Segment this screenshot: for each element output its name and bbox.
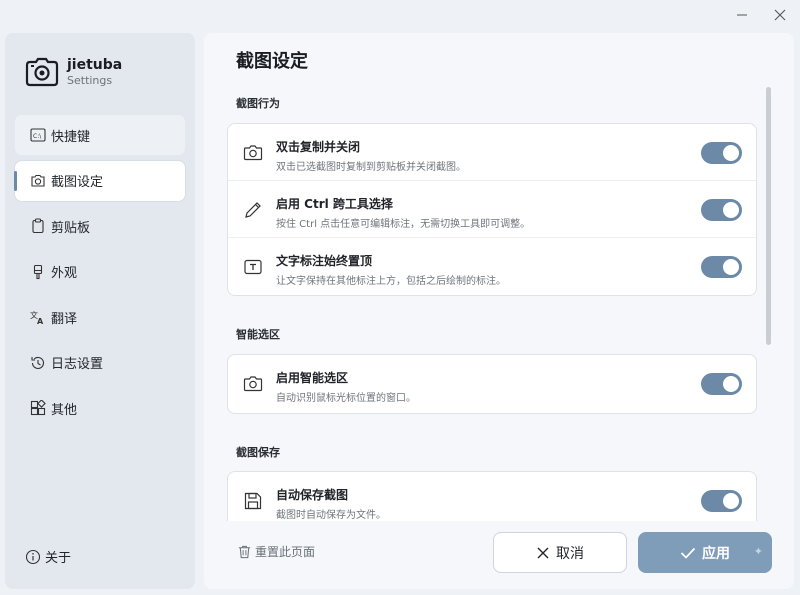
setting-title: 自动保存截图 (276, 488, 349, 502)
toggle-knob (723, 145, 739, 161)
camera-icon (242, 373, 264, 395)
app-subtitle: Settings (67, 73, 113, 87)
text-box-icon (242, 256, 264, 278)
svg-text:C:\: C:\ (33, 133, 42, 140)
close-icon (537, 547, 549, 558)
history-icon (29, 354, 47, 372)
sidebar-item-label: 翻译 (51, 311, 78, 327)
close-icon (774, 9, 786, 21)
info-icon (25, 549, 41, 564)
section-title-screenshot-behavior: 截图行为 (236, 97, 280, 110)
about-link[interactable]: 关于 (25, 547, 71, 566)
sidebar-item-label: 日志设置 (51, 357, 104, 372)
svg-text:A: A (37, 317, 44, 325)
close-button[interactable] (767, 4, 793, 26)
sidebar-item-label: 截图设定 (51, 175, 104, 190)
sidebar-item-other[interactable]: 其他 (15, 388, 185, 428)
cancel-label: 取消 (556, 545, 584, 562)
settings-card-screenshot-save: 自动保存截图 截图时自动保存为文件。 (227, 471, 757, 521)
app-name: jietuba (67, 56, 123, 73)
toggle-auto-save[interactable] (701, 490, 742, 512)
scrollbar-thumb[interactable] (766, 87, 771, 345)
trash-icon (238, 545, 251, 559)
cancel-button[interactable]: 取消 (493, 532, 627, 573)
settings-card-screenshot-behavior: 双击复制并关闭 双击已选截图时复制到剪贴板并关闭截图。 启用 Ctrl 跨工具选… (227, 123, 757, 296)
toggle-knob (723, 259, 739, 275)
toggle-double-click-copy[interactable] (701, 142, 742, 164)
apps-icon (29, 399, 47, 417)
sidebar-item-appearance[interactable]: 外观 (15, 252, 185, 292)
camera-icon (29, 172, 47, 190)
about-label: 关于 (45, 551, 72, 566)
sidebar-item-label: 剪贴板 (51, 220, 91, 236)
sidebar-item-label: 外观 (51, 266, 78, 281)
setting-row-ctrl-cross-tool: 启用 Ctrl 跨工具选择 按住 Ctrl 点击任意可编辑标注，无需切换工具即可… (228, 181, 756, 238)
toggle-smart-selection[interactable] (701, 373, 742, 395)
clipboard-icon (29, 217, 47, 235)
camera-logo-icon (25, 57, 59, 87)
sidebar-nav: C:\ 快捷键 截图设定 剪贴板 外观 文A 翻译 日志设置 其他 (5, 115, 195, 434)
reset-page-label: 重置此页面 (255, 545, 316, 559)
camera-icon (242, 142, 264, 164)
apply-label: 应用 (702, 545, 730, 562)
minimize-icon (737, 14, 747, 16)
setting-description: 截图时自动保存为文件。 (276, 510, 386, 521)
setting-description: 按住 Ctrl 点击任意可编辑标注，无需切换工具即可调整。 (276, 219, 531, 230)
setting-description: 自动识别鼠标光标位置的窗口。 (276, 393, 416, 404)
sidebar-item-translate[interactable]: 文A 翻译 (15, 297, 185, 337)
translate-icon: 文A (29, 308, 47, 326)
sidebar: jietuba Settings C:\ 快捷键 截图设定 剪贴板 外观 文 A… (5, 33, 195, 589)
setting-row-double-click-copy: 双击复制并关闭 双击已选截图时复制到剪贴板并关闭截图。 (228, 124, 756, 181)
brand: jietuba Settings (25, 55, 122, 89)
sparkle-icon: ✦ (753, 545, 763, 558)
save-icon (242, 490, 264, 512)
apply-button[interactable]: 应用 ✦ (638, 532, 772, 573)
sidebar-item-screenshot-settings[interactable]: 截图设定 (14, 160, 185, 201)
setting-row-text-on-top: 文字标注始终置顶 让文字保持在其他标注上方，包括之后绘制的标注。 (228, 238, 756, 295)
toggle-knob (723, 202, 739, 218)
toggle-knob (723, 376, 739, 392)
setting-description: 让文字保持在其他标注上方，包括之后绘制的标注。 (276, 276, 506, 287)
setting-title: 文字标注始终置顶 (276, 254, 373, 268)
checkmark-icon (680, 547, 696, 559)
sidebar-item-log-settings[interactable]: 日志设置 (15, 343, 185, 383)
toggle-knob (723, 493, 739, 509)
keyboard-shortcut-icon: C:\ (29, 126, 47, 144)
toggle-text-on-top[interactable] (701, 256, 742, 278)
setting-title: 启用智能选区 (276, 371, 349, 385)
pencil-icon (242, 199, 264, 221)
section-title-smart-selection: 智能选区 (236, 328, 280, 341)
setting-title: 启用 Ctrl 跨工具选择 (276, 197, 393, 211)
toggle-ctrl-cross-tool[interactable] (701, 199, 742, 221)
settings-card-smart-selection: 启用智能选区 自动识别鼠标光标位置的窗口。 (227, 354, 757, 414)
section-title-screenshot-save: 截图保存 (236, 446, 280, 459)
settings-scroll-area[interactable]: 截图行为 双击复制并关闭 双击已选截图时复制到剪贴板并关闭截图。 启用 Ctrl… (204, 83, 779, 521)
reset-page-button[interactable]: 重置此页面 (237, 543, 315, 560)
sidebar-item-clipboard[interactable]: 剪贴板 (15, 206, 185, 246)
minimize-button[interactable] (729, 4, 755, 26)
sidebar-item-label: 快捷键 (51, 129, 91, 145)
brush-icon (29, 263, 47, 281)
page-title: 截图设定 (236, 51, 308, 72)
sidebar-item-shortcuts[interactable]: C:\ 快捷键 (15, 115, 185, 155)
setting-row-auto-save: 自动保存截图 截图时自动保存为文件。 (228, 472, 756, 521)
sidebar-item-label: 其他 (51, 402, 78, 418)
setting-title: 双击复制并关闭 (276, 140, 361, 154)
setting-description: 双击已选截图时复制到剪贴板并关闭截图。 (276, 162, 466, 173)
setting-row-smart-selection: 启用智能选区 自动识别鼠标光标位置的窗口。 (228, 355, 756, 413)
main-panel: 截图设定 截图行为 双击复制并关闭 双击已选截图时复制到剪贴板并关闭截图。 启用… (204, 33, 794, 589)
